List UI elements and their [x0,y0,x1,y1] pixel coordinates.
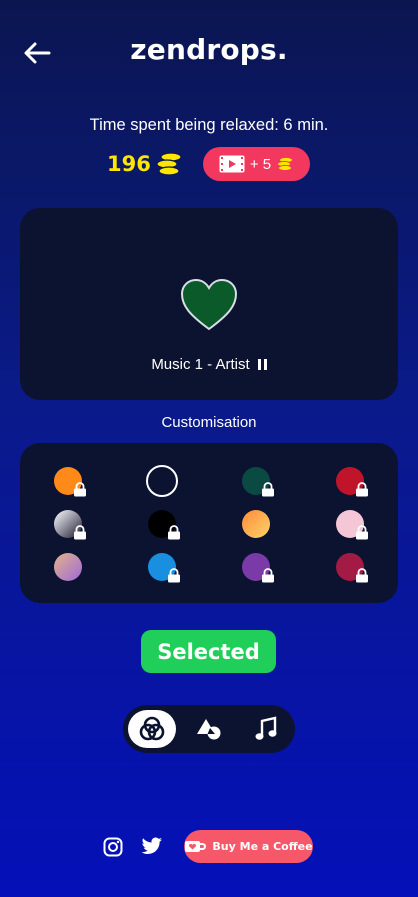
lock-icon [261,482,275,497]
lock-icon [73,525,87,540]
coffee-cup-icon [185,840,207,852]
customisation-title: Customisation [161,414,257,431]
lock-icon [355,568,369,583]
colors-icon [139,716,165,741]
lock-icon [355,525,369,540]
heart-icon[interactable] [180,278,238,332]
pause-icon[interactable] [257,359,267,370]
ad-reward-text: + 5 [249,155,272,173]
tab-shapes[interactable] [185,710,233,748]
color-swatch[interactable] [146,465,178,497]
coin-balance: 196 [107,151,183,177]
buy-me-a-coffee-button[interactable]: Buy Me a Coffee [184,830,313,863]
coin-count: 196 [107,152,151,176]
tab-music[interactable] [242,710,290,748]
now-playing: Music 1 - Artist [0,356,418,373]
watch-ad-button[interactable]: + 5 [203,147,310,181]
twitter-icon[interactable] [140,835,164,857]
mode-tabbar [123,705,295,753]
lock-icon [73,482,87,497]
instagram-icon[interactable] [102,836,124,858]
color-swatch[interactable] [242,510,270,538]
coins-stack-icon [156,152,182,176]
music-note-icon [255,716,277,740]
video-ad-icon [219,155,245,173]
relax-time-text: Time spent being relaxed: 6 min. [89,116,329,134]
lock-icon [167,568,181,583]
shapes-icon [197,719,221,740]
coins-stack-icon [277,156,294,172]
coffee-label: Buy Me a Coffee [212,840,313,853]
track-title: Music 1 - Artist [151,356,250,373]
tab-colors[interactable] [128,710,176,748]
lock-icon [261,568,275,583]
lock-icon [355,482,369,497]
app-title: zendrops. [130,33,288,66]
color-swatch[interactable] [54,553,82,581]
selected-button[interactable]: Selected [141,630,276,673]
lock-icon [167,525,181,540]
